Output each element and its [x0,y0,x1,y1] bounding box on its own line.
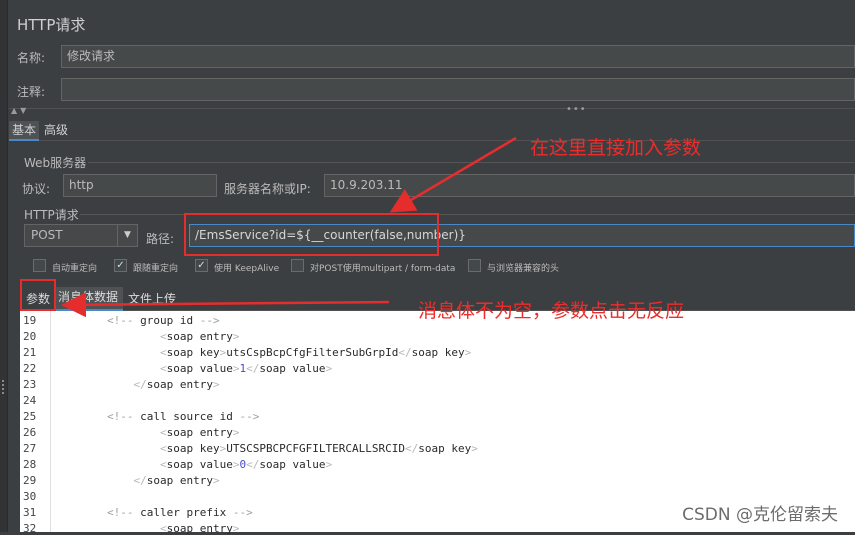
csdn-watermark: CSDN @克伦留索夫 [682,505,838,525]
annotation-arrow-top [389,136,517,213]
annotation-arrows [61,136,517,318]
annotation-text-top: 在这里直接加入参数 [530,137,702,159]
annotation-text-bottom: 消息体不为空，参数点击无反应 [418,300,685,322]
annotation-arrow-bottom [61,292,390,318]
